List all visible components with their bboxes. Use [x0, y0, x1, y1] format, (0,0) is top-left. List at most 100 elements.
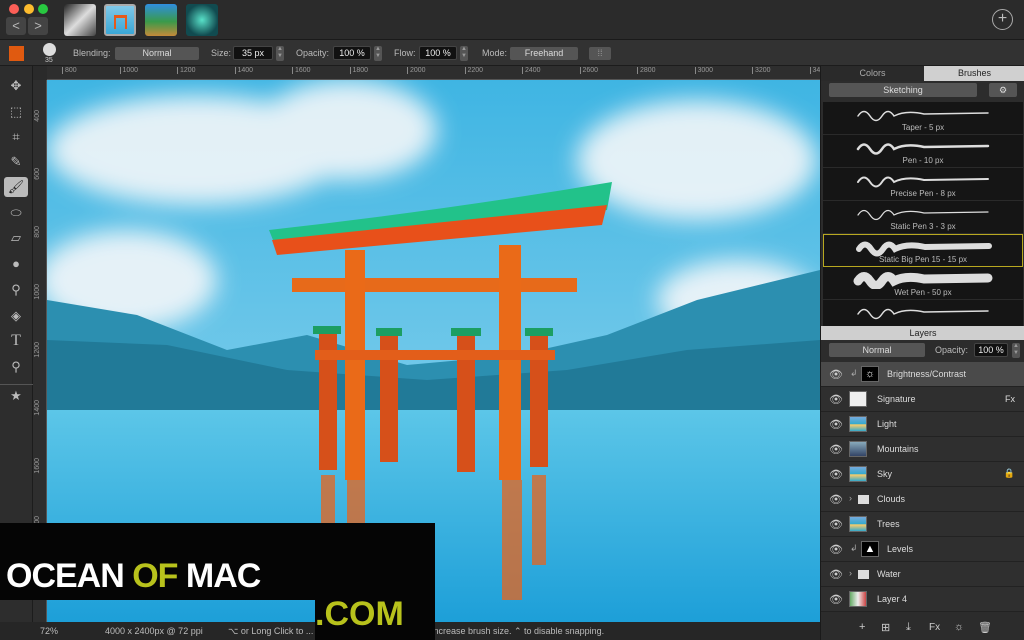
eye-icon[interactable]: 👁 — [829, 468, 843, 481]
add-group-icon[interactable]: ⊞ — [881, 621, 890, 634]
ruler-tick-label: 1200 — [34, 342, 41, 358]
flow-field[interactable]: 100 % — [419, 46, 457, 60]
fill-tool-icon[interactable]: ◈ — [4, 306, 28, 326]
layer-opacity-field[interactable]: 100 % — [974, 343, 1008, 357]
layer-row[interactable]: 👁 ↲ ▲ Levels — [821, 537, 1024, 562]
plus-circle-icon[interactable]: + — [992, 9, 1013, 30]
eye-icon[interactable]: 👁 — [829, 418, 843, 431]
brush-item[interactable]: Precise Pen - 8 px — [823, 168, 1023, 201]
brush-preview-icon[interactable] — [43, 43, 56, 56]
layer-thumbnail: ▲ — [861, 541, 879, 557]
brush-tool-icon[interactable]: 🖌 — [4, 177, 28, 197]
clone-tool-icon[interactable]: ⚲ — [4, 280, 28, 300]
size-label: Size: — [211, 48, 232, 58]
layer-thumbnail — [849, 591, 867, 607]
flow-stepper[interactable]: ▲ ▼ — [460, 46, 468, 61]
brush-item[interactable]: Static Big Pen 15 - 15 px — [823, 234, 1023, 267]
close-button[interactable] — [9, 4, 19, 14]
text-tool-icon[interactable]: T — [4, 331, 28, 351]
import-icon[interactable]: ⤓ — [906, 621, 911, 634]
eye-icon[interactable]: 👁 — [829, 518, 843, 531]
symmetry-icon[interactable]: ⁞⁞ — [589, 47, 611, 60]
eye-icon[interactable]: 👁 — [829, 443, 843, 456]
blending-label: Blending: — [73, 48, 111, 58]
brush-set-select[interactable]: Sketching — [829, 83, 977, 97]
layer-row[interactable]: 👁 ↲ ☼ Brightness/Contrast — [821, 362, 1024, 387]
zoom-tool-icon[interactable]: ⚲ — [4, 357, 28, 377]
add-layer-icon[interactable]: + — [859, 621, 865, 633]
eye-icon[interactable]: 👁 — [829, 493, 843, 506]
options-bar: 35 Blending: Normal Size: 35 px ▲ ▼ Opaci… — [0, 40, 1024, 66]
nav-forward-button[interactable]: > — [28, 17, 48, 35]
smudge-tool-icon[interactable]: ⬭ — [4, 203, 28, 223]
eye-icon[interactable]: 👁 — [829, 593, 843, 606]
layer-row[interactable]: 👁 Layer 4 — [821, 587, 1024, 612]
folder-icon — [858, 495, 869, 504]
eye-icon[interactable]: 👁 — [829, 393, 843, 406]
layer-row[interactable]: 👁 Mountains — [821, 437, 1024, 462]
eye-icon[interactable]: 👁 — [829, 543, 843, 556]
zoom-level: 72% — [40, 626, 59, 636]
lock-icon[interactable]: 🔒 — [1004, 468, 1015, 479]
layer-opacity-stepper[interactable]: ▲ ▼ — [1012, 343, 1020, 358]
opacity-stepper[interactable]: ▲ ▼ — [374, 46, 382, 61]
size-field[interactable]: 35 px — [233, 46, 273, 60]
size-stepper[interactable]: ▲ ▼ — [276, 46, 284, 61]
ruler-tick-label: 1800 — [349, 67, 368, 74]
layer-row[interactable]: 👁 › Clouds — [821, 487, 1024, 512]
adjustment-icon[interactable]: ☼ — [954, 621, 964, 633]
watermark-text: .COM — [315, 595, 404, 633]
brush-stroke-preview — [857, 308, 989, 320]
layer-name: Clouds — [877, 494, 906, 504]
brush-item[interactable]: Static Pen 3 - 3 px — [823, 201, 1023, 234]
fx-icon[interactable]: Fx — [929, 622, 940, 633]
layer-name: Levels — [887, 544, 914, 554]
ruler-tick-label: 1400 — [234, 67, 253, 74]
ruler-tick-label: 1200 — [177, 67, 196, 74]
tab-colors[interactable]: Colors — [821, 66, 924, 81]
tab-brushes[interactable]: Brushes — [924, 66, 1024, 81]
zoom-button[interactable] — [38, 4, 48, 14]
brush-label: Pen - 10 px — [902, 156, 944, 165]
ruler-tick-label: 800 — [62, 67, 77, 74]
mode-select[interactable]: Freehand — [510, 47, 578, 60]
minimize-button[interactable] — [24, 4, 34, 14]
rect-select-tool-icon[interactable]: ⬚ — [4, 102, 28, 122]
document-thumb-torii[interactable] — [104, 4, 136, 36]
trash-icon[interactable]: 🗑 — [978, 621, 992, 634]
disclosure-chevron-icon[interactable]: › — [849, 493, 852, 503]
layer-row[interactable]: 👁 Signature Fx — [821, 387, 1024, 412]
gear-icon[interactable]: ⚙ — [989, 83, 1017, 97]
crop-tool-icon[interactable]: ⌗ — [4, 127, 28, 147]
document-thumb-landscape[interactable] — [145, 4, 177, 36]
clip-arrow-icon: ↲ — [850, 543, 858, 553]
brush-item[interactable]: Pen - 10 px — [823, 135, 1023, 168]
layer-blend-select[interactable]: Normal — [829, 343, 925, 357]
opacity-field[interactable]: 100 % — [333, 46, 371, 60]
layer-row[interactable]: 👁 Sky 🔒 — [821, 462, 1024, 487]
nav-back-button[interactable]: < — [6, 17, 26, 35]
brush-item[interactable]: Wet Pen - 50 px — [823, 267, 1023, 300]
ruler-tick-label: 2400 — [522, 67, 541, 74]
ruler-tick-label: 1600 — [34, 458, 41, 474]
document-thumb-cave[interactable] — [186, 4, 218, 36]
disclosure-chevron-icon[interactable]: › — [849, 568, 852, 578]
eye-icon[interactable]: 👁 — [829, 368, 843, 381]
blur-tool-icon[interactable]: ● — [4, 254, 28, 274]
layer-name: Light — [877, 419, 897, 429]
eye-icon[interactable]: 👁 — [829, 568, 843, 581]
document-thumb-bw[interactable] — [64, 4, 96, 36]
move-tool-icon[interactable]: ✥ — [4, 76, 28, 96]
watermark-text: OCEAN — [6, 557, 133, 595]
layer-row[interactable]: 👁 Trees — [821, 512, 1024, 537]
blending-select[interactable]: Normal — [115, 47, 199, 60]
layer-row[interactable]: 👁 Light — [821, 412, 1024, 437]
eraser-tool-icon[interactable]: ▱ — [4, 228, 28, 248]
brush-label: Wet Pen - 50 px — [894, 288, 952, 297]
eyedropper-tool-icon[interactable]: ✎ — [4, 152, 28, 172]
layer-row[interactable]: 👁 › Water — [821, 562, 1024, 587]
brush-item[interactable]: Taper - 5 px — [823, 102, 1023, 135]
star-icon[interactable]: ★ — [4, 386, 28, 406]
color-swatch[interactable] — [9, 46, 24, 61]
mode-label: Mode: — [482, 48, 508, 58]
